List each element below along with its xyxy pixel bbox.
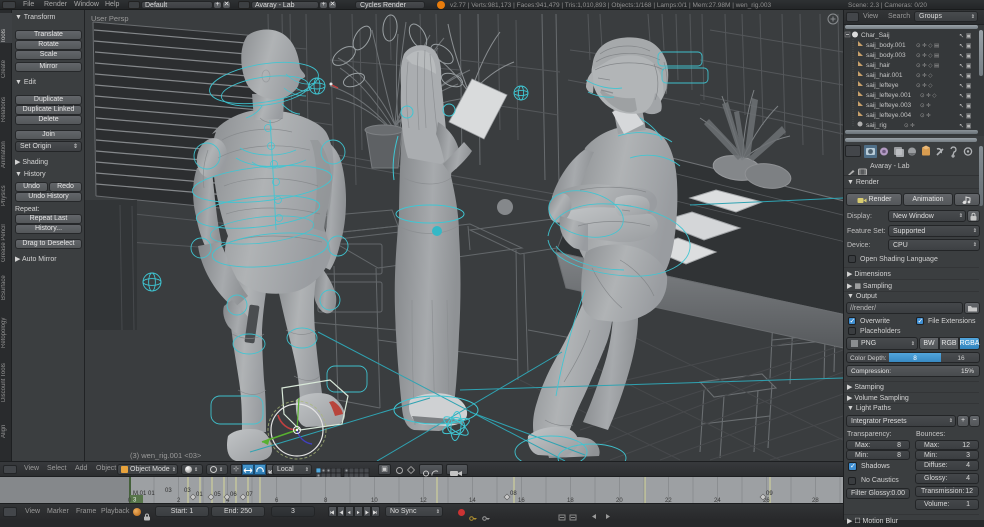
- svg-text:↖ ▣: ↖ ▣: [959, 114, 972, 120]
- svg-text:↖ ▣: ↖ ▣: [959, 64, 972, 70]
- svg-text:08: 08: [510, 491, 517, 497]
- svg-text:saij_hair.001: saij_hair.001: [866, 72, 903, 79]
- svg-text:M.01 01: M.01 01: [133, 491, 155, 497]
- svg-text:⊙ ✛ ◇ ▤: ⊙ ✛ ◇ ▤: [916, 52, 940, 59]
- svg-text:↖ ▣: ↖ ▣: [959, 84, 972, 90]
- svg-text:03: 03: [184, 488, 191, 494]
- svg-text:⊙ ✛ ◇: ⊙ ✛ ◇: [916, 72, 933, 79]
- svg-text:⊙ ✛ ◇: ⊙ ✛ ◇: [920, 92, 937, 99]
- svg-text:↖ ▣: ↖ ▣: [959, 94, 972, 100]
- svg-text:05: 05: [214, 492, 221, 498]
- svg-text:↖ ▣: ↖ ▣: [959, 74, 972, 80]
- svg-text:↖ ▣: ↖ ▣: [959, 44, 972, 50]
- svg-text:06: 06: [230, 492, 237, 498]
- svg-text:↖ ▣: ↖ ▣: [959, 124, 972, 130]
- svg-text:saij_rig: saij_rig: [866, 122, 887, 129]
- svg-text:⊙ ✛ ◇ ▤: ⊙ ✛ ◇ ▤: [916, 62, 940, 69]
- svg-text:(3) wen_rig.001 <03>: (3) wen_rig.001 <03>: [130, 451, 202, 460]
- svg-text:saij_lefteye.003: saij_lefteye.003: [866, 102, 912, 109]
- svg-text:saij_hair: saij_hair: [866, 62, 891, 69]
- svg-text:User Persp: User Persp: [91, 14, 129, 23]
- svg-text:saij_lefteye: saij_lefteye: [866, 82, 899, 89]
- svg-text:07: 07: [246, 492, 253, 498]
- svg-text:⊙ ✛: ⊙ ✛: [920, 102, 931, 109]
- svg-text:↖ ▣: ↖ ▣: [959, 104, 972, 110]
- svg-text:saij_lefteye.001: saij_lefteye.001: [866, 92, 912, 99]
- svg-text:03: 03: [165, 488, 172, 494]
- svg-text:saij_body.001: saij_body.001: [866, 42, 906, 49]
- svg-text:↖ ▣: ↖ ▣: [959, 54, 972, 60]
- svg-text:01: 01: [196, 492, 203, 498]
- svg-text:⊙ ✛ ◇: ⊙ ✛ ◇: [916, 82, 933, 89]
- svg-text:⊙ ✛: ⊙ ✛: [904, 122, 915, 129]
- svg-text:↖ ▣: ↖ ▣: [959, 34, 972, 40]
- svg-text:saij_body.003: saij_body.003: [866, 52, 906, 59]
- svg-text:⊙ ✛: ⊙ ✛: [920, 112, 931, 119]
- svg-text:⊙ ✛ ◇ ▤: ⊙ ✛ ◇ ▤: [916, 42, 940, 49]
- svg-text:Char_Saij: Char_Saij: [861, 32, 890, 39]
- svg-text:09: 09: [766, 491, 773, 497]
- svg-text:saij_lefteye.004: saij_lefteye.004: [866, 112, 912, 119]
